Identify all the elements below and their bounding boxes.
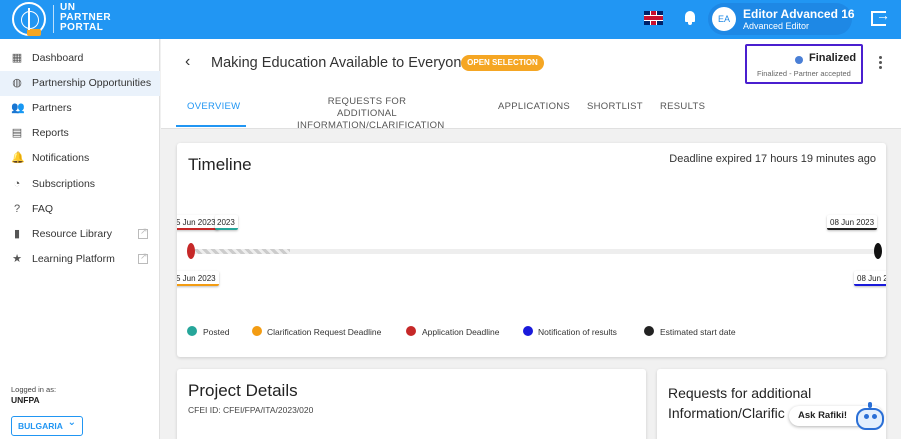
clipboard-icon: ▤ [11,127,23,139]
legend-start: Estimated start date [660,327,736,337]
start-date-marker[interactable] [874,243,882,259]
sidebar-item-partners[interactable]: 👥 Partners [0,96,160,121]
sidebar-item-label: Dashboard [32,52,84,64]
status-sub-label: Finalized - Partner accepted [757,69,851,78]
legend-posted: Posted [203,327,230,337]
status-chip: OPEN SELECTION [461,55,544,71]
legend-clarification: Clarification Request Deadline [267,327,382,337]
cfei-id: CFEI ID: CFEI/FPA/ITA/2023/020 [188,405,314,415]
user-role: Advanced Editor [743,21,810,31]
sidebar-item-label: Partners [32,102,72,114]
page-title: Making Education Available to Everyone [211,55,470,71]
status-dot-icon [795,56,803,64]
timeline-label-start-date: 08 Jun 2023 [827,215,878,230]
portal-name: UN PARTNER PORTAL [60,2,112,33]
timeline-label-notification: 08 Jun 2 [854,271,886,286]
ask-rafiki-label: Ask Rafiki! [798,410,848,421]
status-badge: Finalized Finalized - Partner accepted [745,44,863,84]
dashboard-icon: ▦ [11,52,23,64]
timeline-label-application-deadline: 5 Jun 2023 [177,215,219,230]
tab-overview[interactable]: OVERVIEW [187,101,240,112]
sidebar-item-reports[interactable]: ▤ Reports [0,121,160,146]
tab-requests[interactable]: REQUESTS FOR ADDITIONAL INFORMATION/CLAR… [297,96,444,132]
sidebar-item-label: Partnership Opportunities [32,77,152,89]
sidebar-item-label: Notifications [32,152,90,164]
logo-divider [53,5,54,33]
more-options-icon[interactable] [879,56,883,70]
un-logo-icon[interactable] [12,2,46,36]
sidebar-item-partnership-opportunities[interactable]: ◍ Partnership Opportunities [0,71,160,96]
timeline-card: Timeline Deadline expired 17 hours 19 mi… [177,143,886,357]
sidebar-item-resource-library[interactable]: ▮ Resource Library [0,222,160,247]
sidebar-item-subscriptions[interactable]: ◔ Subscriptions [0,172,160,197]
legend-application: Application Deadline [422,327,500,337]
sidebar: ▦ Dashboard ◍ Partnership Opportunities … [0,39,160,439]
tab-shortlist[interactable]: SHORTLIST [587,101,643,112]
sidebar-item-label: Subscriptions [32,178,96,190]
logged-in-label: Logged in as: [11,385,57,394]
logout-icon[interactable] [871,7,890,26]
legend-posted-dot [187,326,197,336]
sidebar-item-label: FAQ [32,203,54,215]
timeline-track [190,249,882,254]
country-select[interactable]: BULGARIA [11,414,83,436]
active-tab-indicator [176,125,246,127]
sidebar-item-label: Reports [32,127,69,139]
status-label: Finalized [809,52,857,64]
sidebar-item-faq[interactable]: ? FAQ [0,197,160,222]
sidebar-item-dashboard[interactable]: ▦ Dashboard [0,46,160,71]
external-link-icon [138,251,148,264]
robot-eye [864,414,869,419]
logged-in-org: UNFPA [11,395,40,405]
timeline-elapsed [190,249,290,254]
legend-notification-dot [523,326,533,336]
sidebar-item-label: Resource Library [32,228,112,240]
uk-flag-icon[interactable] [644,11,663,25]
external-link-icon [138,226,148,239]
book-icon: ▮ [13,228,21,240]
robot-head [856,408,884,430]
deadline-text: Deadline expired 17 hours 19 minutes ago [669,153,876,165]
user-menu[interactable]: EA Editor Advanced 16 Advanced Editor [708,3,855,35]
sidebar-item-notifications[interactable]: 🔔 Notifications [0,146,160,171]
top-bar: UN PARTNER PORTAL EA Editor Advanced 16 … [0,0,901,39]
application-deadline-marker[interactable] [187,243,195,259]
rss-icon: ◔ [13,178,21,190]
avatar: EA [712,7,736,31]
legend-application-dot [406,326,416,336]
tab-applications[interactable]: APPLICATIONS [498,101,570,112]
star-icon: ★ [12,253,22,265]
timeline-title: Timeline [188,155,252,174]
project-details-title: Project Details [188,381,298,400]
timeline-label-posted: 2023 [215,215,238,230]
sidebar-item-learning-platform[interactable]: ★ Learning Platform [0,247,160,272]
sidebar-item-label: Learning Platform [32,253,115,265]
robot-icon[interactable] [852,402,888,436]
legend-start-dot [644,326,654,336]
globe-icon: ◍ [12,77,22,89]
tab-results[interactable]: RESULTS [660,101,705,112]
timeline-label-clarification: 5 Jun 2023 [177,271,219,286]
project-details-card: Project Details CFEI ID: CFEI/FPA/ITA/20… [177,369,646,439]
legend-notification: Notification of results [538,327,617,337]
robot-eye [872,414,877,419]
back-arrow-icon[interactable]: ‹ [185,53,190,71]
bell-icon: 🔔 [11,152,25,164]
user-name: Editor Advanced 16 [743,7,855,21]
logo-badge [27,29,41,36]
page-header: ‹ Making Education Available to Everyone… [161,39,901,132]
help-icon: ? [13,203,21,215]
legend-clarification-dot [252,326,262,336]
notifications-bell-icon[interactable] [683,10,697,26]
people-icon: 👥 [11,102,25,114]
